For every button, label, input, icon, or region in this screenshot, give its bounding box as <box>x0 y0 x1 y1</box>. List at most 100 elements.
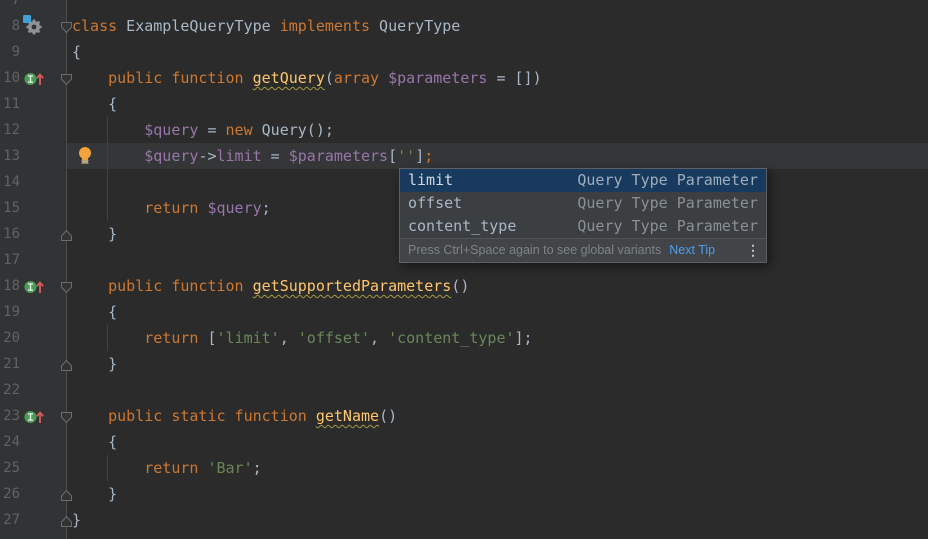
code-line-27[interactable]: } <box>72 507 81 533</box>
code-token: () <box>451 277 469 295</box>
code-token: implements <box>280 17 370 35</box>
implements-method-icon[interactable] <box>24 71 44 90</box>
code-line-19[interactable]: { <box>72 299 117 325</box>
code-token: 'limit' <box>217 329 280 347</box>
line-number-13: 13 <box>0 143 20 169</box>
code-token: return <box>144 199 198 217</box>
code-token <box>72 147 144 165</box>
code-token: array <box>334 69 379 87</box>
code-token: new <box>226 121 253 139</box>
code-token: = <box>262 147 289 165</box>
code-token: $query <box>144 121 198 139</box>
code-token: { <box>72 303 117 321</box>
code-line-21[interactable]: } <box>72 351 117 377</box>
code-token: 'offset' <box>298 329 370 347</box>
line-number-14: 14 <box>0 169 20 195</box>
popup-hint-text: Press Ctrl+Space again to see global var… <box>408 239 661 262</box>
code-token: Query(); <box>253 121 334 139</box>
code-line-23[interactable]: public static function getName() <box>72 403 397 429</box>
next-tip-link[interactable]: Next Tip <box>669 239 715 262</box>
line-number-12: 12 <box>0 117 20 143</box>
completion-item-name: content_type <box>408 215 516 238</box>
gear-icon[interactable] <box>23 15 44 40</box>
code-line-24[interactable]: { <box>72 429 117 455</box>
code-token: , <box>280 329 298 347</box>
code-line-11[interactable]: { <box>72 91 117 117</box>
line-number-25: 25 <box>0 455 20 481</box>
code-token: [ <box>198 329 216 347</box>
code-token <box>72 407 108 425</box>
code-token: return <box>144 459 198 477</box>
implements-method-icon[interactable] <box>24 279 44 298</box>
completion-item-type: Query Type Parameter <box>453 169 758 192</box>
code-token <box>72 121 144 139</box>
code-line-13[interactable]: $query->limit = $parameters['']; <box>72 143 433 169</box>
completion-item-type: Query Type Parameter <box>516 215 758 238</box>
code-line-16[interactable]: } <box>72 221 117 247</box>
code-token: QueryType <box>370 17 460 35</box>
code-token: ; <box>262 199 271 217</box>
code-token: public static function <box>108 407 316 425</box>
code-token: () <box>379 407 397 425</box>
code-token <box>72 459 144 477</box>
completion-popup: limitQuery Type ParameteroffsetQuery Typ… <box>399 168 767 263</box>
code-token: ; <box>424 147 433 165</box>
line-number-15: 15 <box>0 195 20 221</box>
code-line-20[interactable]: return ['limit', 'offset', 'content_type… <box>72 325 533 351</box>
line-number-7: 7 <box>0 0 20 13</box>
line-number-21: 21 <box>0 351 20 377</box>
kebab-menu-icon[interactable]: ⋮ <box>746 239 760 262</box>
line-number-24: 24 <box>0 429 20 455</box>
implements-method-icon[interactable] <box>24 409 44 428</box>
code-token <box>379 69 388 87</box>
line-number-26: 26 <box>0 481 20 507</box>
code-token: } <box>72 355 117 373</box>
code-line-9[interactable]: { <box>72 39 81 65</box>
code-token: ]; <box>515 329 533 347</box>
line-number-20: 20 <box>0 325 20 351</box>
code-token <box>72 277 108 295</box>
code-line-18[interactable]: public function getSupportedParameters() <box>72 273 469 299</box>
code-token: 'content_type' <box>388 329 514 347</box>
completion-item-limit[interactable]: limitQuery Type Parameter <box>400 169 766 192</box>
code-token: -> <box>198 147 216 165</box>
code-token: limit <box>217 147 262 165</box>
code-token <box>72 199 144 217</box>
code-token: ] <box>415 147 424 165</box>
code-token: = <box>198 121 225 139</box>
completion-item-name: offset <box>408 192 462 215</box>
code-token <box>72 69 108 87</box>
code-editor: 789101112131415161718192021222324252627 … <box>0 0 928 539</box>
code-token: { <box>72 433 117 451</box>
code-line-12[interactable]: $query = new Query(); <box>72 117 334 143</box>
code-token: $query <box>207 199 261 217</box>
code-line-25[interactable]: return 'Bar'; <box>72 455 262 481</box>
code-token: 'Bar' <box>207 459 252 477</box>
completion-popup-footer: Press Ctrl+Space again to see global var… <box>400 238 766 262</box>
code-line-8[interactable]: class ExampleQueryType implements QueryT… <box>72 13 460 39</box>
code-token: $parameters <box>289 147 388 165</box>
code-token: public function <box>108 69 253 87</box>
code-token: return <box>144 329 198 347</box>
code-token: = []) <box>487 69 541 87</box>
code-token: ExampleQueryType <box>117 17 280 35</box>
code-token: [ <box>388 147 397 165</box>
code-token: $query <box>144 147 198 165</box>
code-token: '' <box>397 147 415 165</box>
line-number-22: 22 <box>0 377 20 403</box>
line-number-16: 16 <box>0 221 20 247</box>
completion-item-type: Query Type Parameter <box>462 192 758 215</box>
code-token: { <box>72 43 81 61</box>
completion-item-offset[interactable]: offsetQuery Type Parameter <box>400 192 766 215</box>
line-number-18: 18 <box>0 273 20 299</box>
line-number-9: 9 <box>0 39 20 65</box>
line-number-17: 17 <box>0 247 20 273</box>
completion-item-content_type[interactable]: content_typeQuery Type Parameter <box>400 215 766 238</box>
line-number-11: 11 <box>0 91 20 117</box>
code-token: getQuery <box>253 69 325 87</box>
code-token: } <box>72 511 81 529</box>
code-line-26[interactable]: } <box>72 481 117 507</box>
code-line-10[interactable]: public function getQuery(array $paramete… <box>72 65 542 91</box>
code-token: ; <box>253 459 262 477</box>
code-line-15[interactable]: return $query; <box>72 195 271 221</box>
